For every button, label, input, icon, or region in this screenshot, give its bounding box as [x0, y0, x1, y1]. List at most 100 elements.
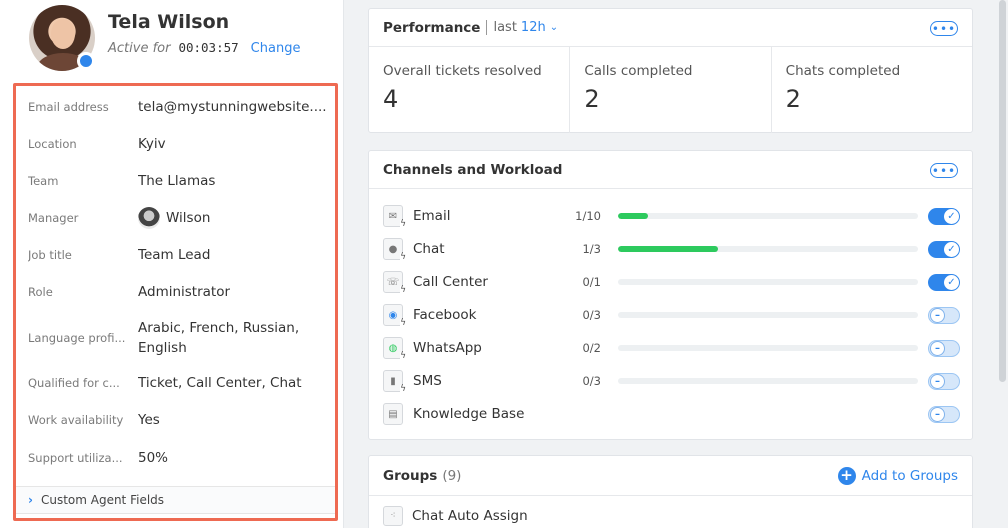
performance-more-button[interactable]: •••: [930, 21, 958, 36]
lightning-icon: ϟ: [400, 252, 406, 262]
channel-toggle[interactable]: –: [928, 405, 960, 423]
workload-bar: [618, 246, 918, 252]
performance-title: Performance: [383, 19, 481, 36]
channel-toggle[interactable]: ✓: [928, 240, 960, 258]
minus-icon: –: [930, 307, 945, 323]
agent-info-box: Email address tela@mystunningwebsite....…: [13, 83, 338, 521]
page-scrollbar[interactable]: [999, 0, 1006, 382]
workload-bar: [618, 378, 918, 384]
channel-capacity: 1/3: [582, 242, 601, 256]
channel-name: WhatsApp: [413, 340, 482, 356]
info-row-location: Location Kyiv: [28, 133, 328, 155]
workload-bar-fill: [618, 213, 648, 219]
minus-icon: –: [930, 406, 945, 422]
channel-row: ▮ ϟ SMS 0/3 –: [383, 368, 960, 394]
channels-workload-card: Channels and Workload ••• ✉ ϟ Email 1/10 ✓ ● ϟ…: [368, 150, 973, 440]
info-row-qualified: Qualified for c... Ticket, Call Center, …: [28, 372, 328, 394]
language-value: Arabic, French, Russian, English: [138, 320, 300, 356]
channel-capacity: 0/1: [582, 275, 601, 289]
group-name: Chat Auto Assign: [412, 508, 528, 524]
channels-more-button[interactable]: •••: [930, 163, 958, 178]
info-row-role: Role Administrator: [28, 281, 328, 303]
channel-toggle[interactable]: ✓: [928, 273, 960, 291]
channel-row: ◉ ϟ Facebook 0/3 –: [383, 302, 960, 328]
messenger-icon: ◉ ϟ: [383, 304, 406, 328]
minus-icon: –: [930, 340, 945, 356]
info-row-support-utilization: Support utiliza... 50%: [28, 447, 328, 469]
work-availability-label: Work availability: [28, 413, 124, 427]
channel-row: ▤ Knowledge Base –: [383, 401, 960, 427]
channel-toggle[interactable]: –: [928, 306, 960, 324]
info-row-email: Email address tela@mystunningwebsite....: [28, 96, 328, 118]
stat-chats-completed: Chats completed 2: [772, 47, 972, 133]
channel-toggle[interactable]: ✓: [928, 207, 960, 225]
stat-label: Calls completed: [584, 63, 693, 79]
minus-icon: –: [930, 373, 945, 389]
email-label: Email address: [28, 100, 109, 114]
channel-name: Call Center: [413, 274, 488, 290]
role-label: Role: [28, 285, 53, 299]
support-utilization-value: 50%: [138, 450, 169, 466]
groups-card: Groups (9) + Add to Groups ⁖ Chat Auto A…: [368, 455, 973, 528]
team-label: Team: [28, 174, 59, 188]
location-value: Kyiv: [138, 136, 166, 152]
groups-title: Groups: [383, 467, 438, 484]
stat-label: Chats completed: [785, 63, 901, 79]
chat-icon: ● ϟ: [383, 238, 406, 262]
stat-calls-completed: Calls completed 2: [570, 47, 772, 133]
active-timer: 00:03:57: [178, 40, 239, 55]
channel-name: Knowledge Base: [413, 406, 525, 422]
work-availability-value: Yes: [138, 412, 160, 428]
language-label: Language profi...: [28, 331, 126, 345]
channel-row: ✉ ϟ Email 1/10 ✓: [383, 203, 960, 229]
channel-row: ● ϟ Chat 1/3 ✓: [383, 236, 960, 262]
check-icon: ✓: [944, 208, 959, 224]
agent-profile-panel: Tela Wilson Active for 00:03:57 Change E…: [0, 0, 344, 528]
plus-circle-icon: +: [837, 466, 856, 485]
channel-name: SMS: [413, 373, 442, 389]
active-status-row: Active for 00:03:57 Change: [108, 40, 300, 56]
time-range-dropdown[interactable]: last 12h ⌄: [486, 20, 558, 35]
stat-value: 4: [383, 85, 399, 113]
email-value: tela@mystunningwebsite....: [138, 99, 327, 115]
agent-name: Tela Wilson: [108, 11, 230, 33]
phone-icon: ☏ ϟ: [383, 271, 406, 295]
channel-row: ☏ ϟ Call Center 0/1 ✓: [383, 269, 960, 295]
custom-agent-fields-label: Custom Agent Fields: [40, 493, 165, 507]
role-value: Administrator: [138, 284, 231, 300]
custom-agent-fields-toggle[interactable]: › Custom Agent Fields: [16, 486, 335, 514]
group-row[interactable]: ⁖ Chat Auto Assign: [369, 496, 972, 528]
qualified-label: Qualified for c...: [28, 376, 120, 390]
info-row-manager: Manager Wilson: [28, 205, 328, 231]
change-status-link[interactable]: Change: [251, 41, 301, 56]
whatsapp-icon: ◍ ϟ: [383, 337, 406, 361]
add-to-groups-label: Add to Groups: [861, 467, 958, 484]
workload-bar-fill: [618, 246, 718, 252]
chevron-right-icon: ›: [28, 493, 33, 507]
online-status-dot: [77, 52, 95, 70]
channel-row: ◍ ϟ WhatsApp 0/2 –: [383, 335, 960, 361]
manager-label: Manager: [28, 211, 79, 225]
channel-capacity: 0/3: [582, 374, 601, 388]
performance-stats: Overall tickets resolved 4 Calls complet…: [369, 47, 972, 133]
channel-toggle[interactable]: –: [928, 339, 960, 357]
channel-capacity: 1/10: [575, 209, 601, 223]
add-to-groups-button[interactable]: + Add to Groups: [837, 466, 958, 485]
job-title-value: Team Lead: [138, 247, 211, 263]
stat-value: 2: [584, 85, 600, 113]
channel-toggle[interactable]: –: [928, 372, 960, 390]
performance-card: Performance last 12h ⌄ ••• Overall ticke…: [368, 8, 973, 133]
workload-bar: [618, 345, 918, 351]
manager-value: Wilson: [138, 207, 210, 229]
channels-header: Channels and Workload •••: [369, 151, 972, 189]
time-range-value: 12h: [520, 20, 546, 35]
stat-label: Overall tickets resolved: [383, 63, 542, 79]
time-range-prefix: last: [493, 20, 517, 35]
support-utilization-label: Support utiliza...: [28, 451, 123, 465]
active-label: Active for: [108, 41, 171, 56]
chevron-down-icon: ⌄: [549, 22, 559, 33]
stat-tickets-resolved: Overall tickets resolved 4: [369, 47, 571, 133]
sms-icon: ▮ ϟ: [383, 370, 406, 394]
lightning-icon: ϟ: [400, 384, 406, 394]
group-icon: ⁖: [383, 506, 403, 526]
